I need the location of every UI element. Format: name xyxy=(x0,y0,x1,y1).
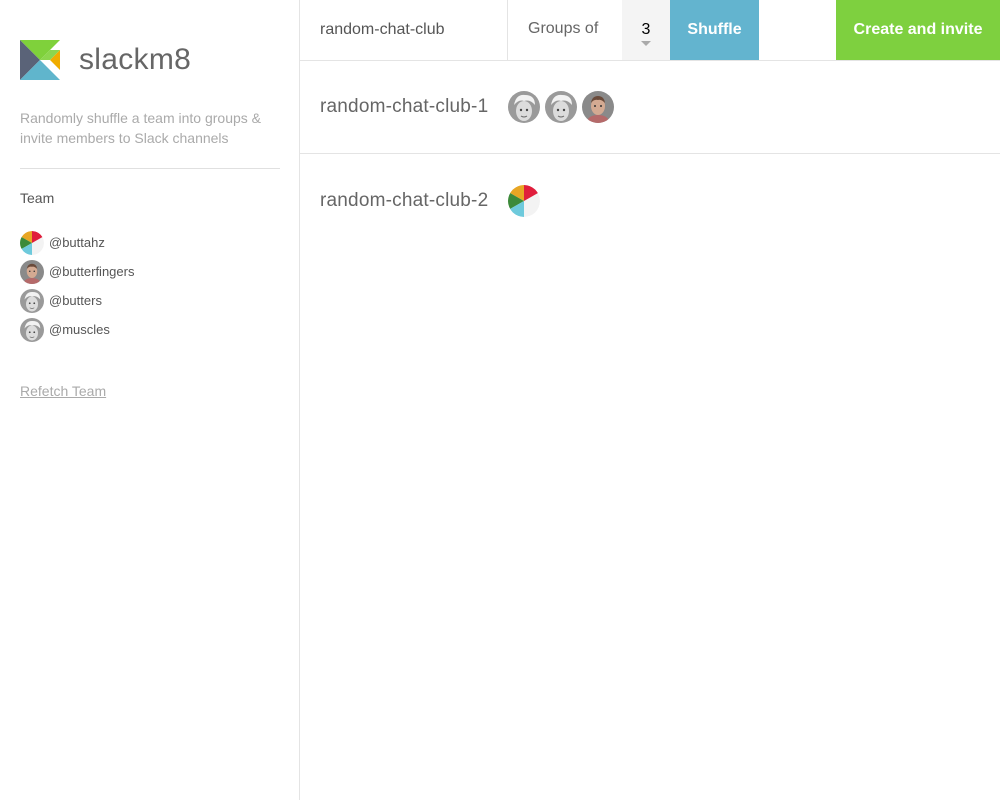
group-row-1: random-chat-club-1 xyxy=(300,61,1000,154)
team-member-muscles: @muscles xyxy=(20,315,134,344)
shuffle-button[interactable]: Shuffle xyxy=(670,0,759,60)
group-name: random-chat-club-1 xyxy=(320,96,489,117)
toolbar: Groups of 3 Shuffle Create and invite xyxy=(300,0,1000,61)
brand: slackm8 xyxy=(20,40,191,80)
member-handle: @buttahz xyxy=(49,235,105,250)
app-title: slackm8 xyxy=(79,43,192,76)
muscles-avatar xyxy=(508,91,540,123)
butterfingers-avatar xyxy=(582,91,614,123)
member-handle: @butterfingers xyxy=(49,264,135,279)
groups-of-label: Groups of xyxy=(528,20,599,37)
sidebar-divider xyxy=(20,168,280,169)
butters-avatar xyxy=(20,289,44,313)
create-and-invite-button[interactable]: Create and invite xyxy=(836,0,1000,60)
team-member-butters: @butters xyxy=(20,286,134,315)
group-size-value: 3 xyxy=(641,21,651,38)
sidebar: slackm8 Randomly shuffle a team into gro… xyxy=(0,0,300,800)
team-member-buttahz: @buttahz xyxy=(20,228,134,257)
member-handle: @muscles xyxy=(49,322,110,337)
buttahz-avatar xyxy=(508,185,540,217)
group-size-stepper[interactable]: 3 xyxy=(622,0,670,60)
butters-avatar xyxy=(545,91,577,123)
team-member-butterfingers: @butterfingers xyxy=(20,257,134,286)
group-member-avatars xyxy=(508,91,619,123)
team-heading: Team xyxy=(20,190,55,206)
group-member-avatars xyxy=(508,185,545,217)
chevron-down-icon[interactable] xyxy=(641,41,651,46)
channel-name-input[interactable] xyxy=(300,0,508,60)
elm-tangram-logo-icon xyxy=(20,40,60,80)
butterfingers-avatar xyxy=(20,260,44,284)
muscles-avatar xyxy=(20,318,44,342)
group-name: random-chat-club-2 xyxy=(320,189,489,211)
team-member-list: @buttahz @butterfingers @butters @muscle… xyxy=(20,228,134,344)
member-handle: @butters xyxy=(49,293,102,308)
refetch-team-link[interactable]: Refetch Team xyxy=(20,383,106,399)
app-tagline: Randomly shuffle a team into groups & in… xyxy=(20,110,261,146)
group-row-2: random-chat-club-2 xyxy=(300,154,1000,247)
buttahz-avatar xyxy=(20,231,44,255)
